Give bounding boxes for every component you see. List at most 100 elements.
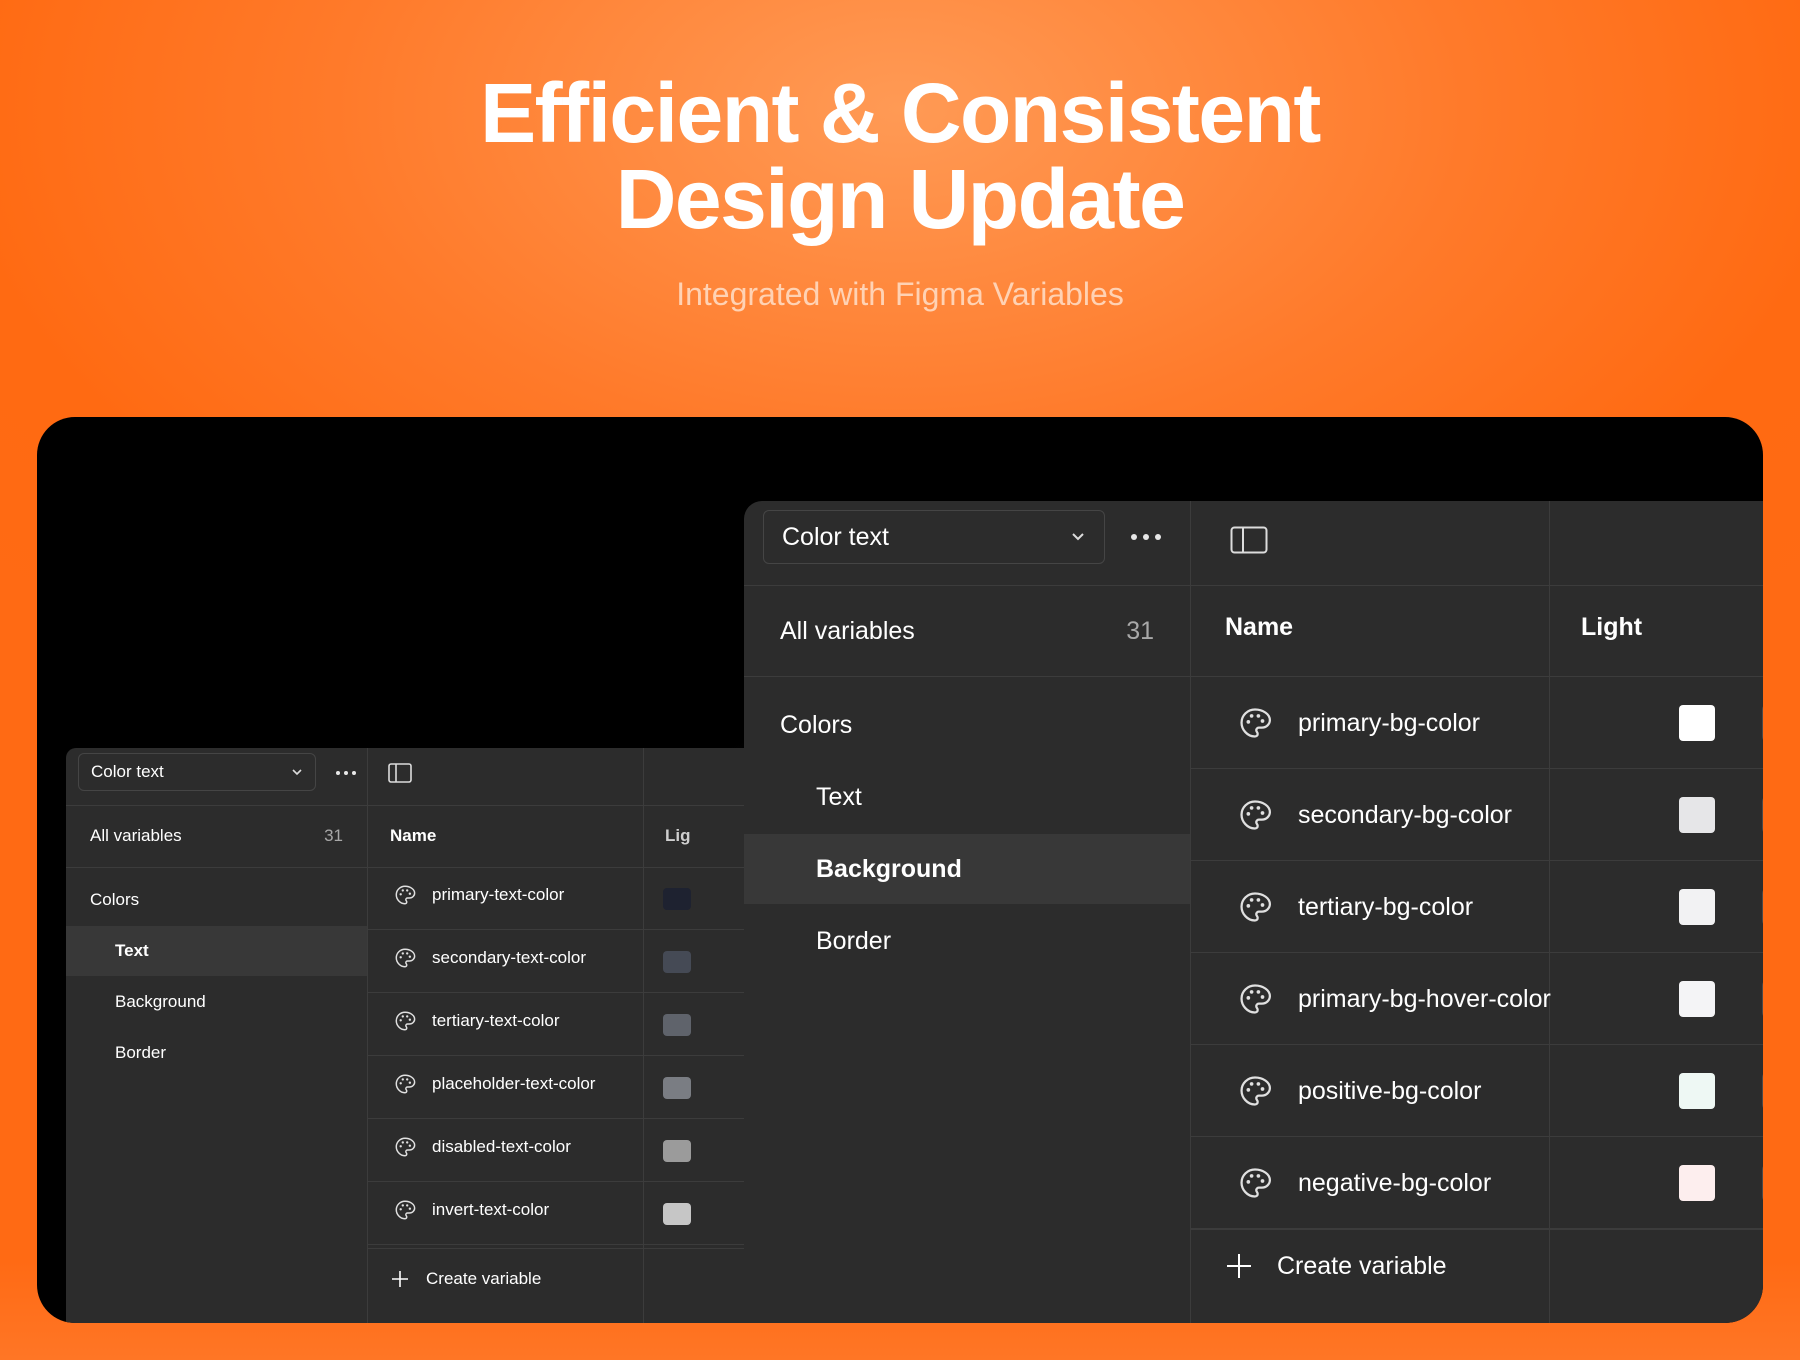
table-row[interactable]: negative-bg-color — [1194, 1137, 1630, 1229]
sidebar-item-label: Text — [816, 782, 862, 811]
color-swatch[interactable] — [663, 950, 691, 973]
sidebar-item-background[interactable]: Background — [66, 977, 367, 1027]
sidebar-item-label: Border — [115, 1043, 167, 1062]
variable-name: tertiary-bg-color — [1298, 892, 1474, 921]
color-swatch[interactable] — [663, 1139, 691, 1162]
variable-name: tertiary-text-color — [432, 1011, 560, 1030]
value-field[interactable]: G — [1762, 886, 1763, 928]
color-swatch[interactable] — [663, 1013, 691, 1036]
table-row[interactable]: primary-bg-color — [1194, 677, 1630, 769]
sidebar-item-label: Colors — [90, 890, 140, 909]
table-row[interactable]: tertiary-bg-color — [1194, 861, 1630, 953]
row-separator — [367, 1244, 786, 1245]
palette-icon — [394, 1136, 416, 1158]
value-field[interactable]: G — [1762, 794, 1763, 836]
table-row[interactable]: secondary-text-color — [368, 930, 648, 986]
table-row[interactable]: secondary-bg-color — [1194, 769, 1630, 861]
create-variable-button[interactable]: Create variable — [1225, 1235, 1447, 1297]
sidebar-item-label: Background — [115, 992, 206, 1011]
all-variables-label: All variables — [90, 826, 182, 845]
create-variable-label: Create variable — [426, 1269, 542, 1288]
table-row[interactable]: tertiary-text-color — [368, 993, 648, 1049]
palette-icon — [1238, 890, 1272, 924]
list-end-separator — [367, 1248, 786, 1249]
variable-name: secondary-text-color — [432, 948, 587, 967]
palette-icon — [1238, 798, 1272, 832]
all-variables-item[interactable]: All variables 31 — [66, 805, 367, 867]
palette-icon — [394, 884, 416, 906]
color-swatch[interactable] — [1679, 889, 1715, 925]
palette-icon — [394, 947, 416, 969]
variable-name: disabled-text-color — [432, 1137, 571, 1156]
value-field[interactable]: Ba — [1762, 702, 1763, 744]
all-variables-count: 31 — [324, 826, 343, 845]
table-row[interactable]: placeholder-text-color — [368, 1056, 648, 1112]
color-swatch[interactable] — [1679, 1165, 1715, 1201]
variables-panel-small: Color text All variables 31 Name Lig Col… — [66, 748, 786, 1323]
collection-select[interactable]: Color text — [763, 510, 1105, 564]
chevron-down-icon — [292, 769, 302, 776]
palette-icon — [1238, 982, 1272, 1016]
sidebar-item-text[interactable]: Text — [66, 926, 367, 976]
color-swatch[interactable] — [1679, 705, 1715, 741]
sidebar-item-border[interactable]: Border — [66, 1028, 367, 1078]
color-swatch[interactable] — [1679, 797, 1715, 833]
collection-select-label: Color text — [782, 522, 889, 551]
hero-title-line-2: Design Update — [615, 152, 1186, 246]
sidebar-item-colors[interactable]: Colors — [744, 690, 1190, 760]
screenshot-stage: Color text All variables 31 Name Lig Col… — [37, 417, 1763, 1323]
sidebar-item-label: Border — [816, 926, 892, 955]
hero-title-line-1: Efficient & Consistent — [480, 66, 1321, 160]
palette-icon — [1238, 1166, 1272, 1200]
variable-name: secondary-bg-color — [1298, 800, 1512, 829]
color-swatch[interactable] — [1679, 1073, 1715, 1109]
list-end-separator — [1190, 1229, 1763, 1230]
palette-icon — [394, 1073, 416, 1095]
variable-name: placeholder-text-color — [432, 1074, 596, 1093]
variable-name: negative-bg-color — [1298, 1168, 1492, 1197]
more-horizontal-icon[interactable] — [331, 758, 361, 788]
more-horizontal-icon[interactable] — [1124, 519, 1168, 555]
color-swatch[interactable] — [663, 887, 691, 910]
create-variable-button[interactable]: Create variable — [390, 1255, 541, 1303]
table-row[interactable]: primary-text-color — [368, 867, 648, 923]
plus-icon — [1227, 1254, 1251, 1278]
sidebar-item-label: Background — [816, 854, 962, 883]
table-row[interactable]: primary-bg-hover-color — [1194, 953, 1630, 1045]
variable-name: primary-bg-color — [1298, 708, 1480, 737]
sidebar-item-border[interactable]: Border — [744, 906, 1190, 976]
color-swatch[interactable] — [663, 1202, 691, 1225]
all-variables-count: 31 — [1126, 616, 1154, 645]
table-row[interactable]: positive-bg-color — [1194, 1045, 1630, 1137]
palette-icon — [394, 1010, 416, 1032]
color-swatch[interactable] — [663, 1076, 691, 1099]
sidebar-separator — [66, 867, 367, 868]
sidebar-toggle-icon[interactable] — [388, 763, 412, 783]
variable-name: positive-bg-color — [1298, 1076, 1482, 1105]
table-row[interactable]: invert-text-color — [368, 1182, 648, 1238]
sidebar-item-colors[interactable]: Colors — [66, 875, 367, 925]
sidebar-item-text[interactable]: Text — [744, 762, 1190, 832]
sidebar-toggle-icon[interactable] — [1230, 526, 1268, 554]
create-variable-label: Create variable — [1277, 1251, 1447, 1280]
value-field[interactable]: S — [1762, 1070, 1763, 1112]
column-header-light: Light — [1581, 613, 1643, 641]
variables-panel-large: Color text All variables 31 Name Light C… — [744, 501, 1763, 1323]
sidebar-item-background[interactable]: Background — [744, 834, 1190, 904]
palette-icon — [1238, 1074, 1272, 1108]
sidebar-item-label: Colors — [780, 710, 853, 739]
variable-name: primary-bg-hover-color — [1298, 984, 1551, 1013]
hero-subtitle: Integrated with Figma Variables — [676, 276, 1124, 312]
value-field[interactable]: R — [1762, 1162, 1763, 1204]
collection-select[interactable]: Color text — [78, 753, 316, 791]
all-variables-item[interactable]: All variables 31 — [744, 585, 1190, 677]
column-header-light: Lig — [665, 826, 691, 845]
sidebar-divider — [1190, 501, 1191, 1323]
value-field[interactable]: G — [1762, 978, 1763, 1020]
variable-name: invert-text-color — [432, 1200, 550, 1219]
color-swatch[interactable] — [1679, 981, 1715, 1017]
palette-icon — [394, 1199, 416, 1221]
column-header-name: Name — [1225, 613, 1294, 641]
all-variables-label: All variables — [780, 616, 915, 645]
table-row[interactable]: disabled-text-color — [368, 1119, 648, 1175]
